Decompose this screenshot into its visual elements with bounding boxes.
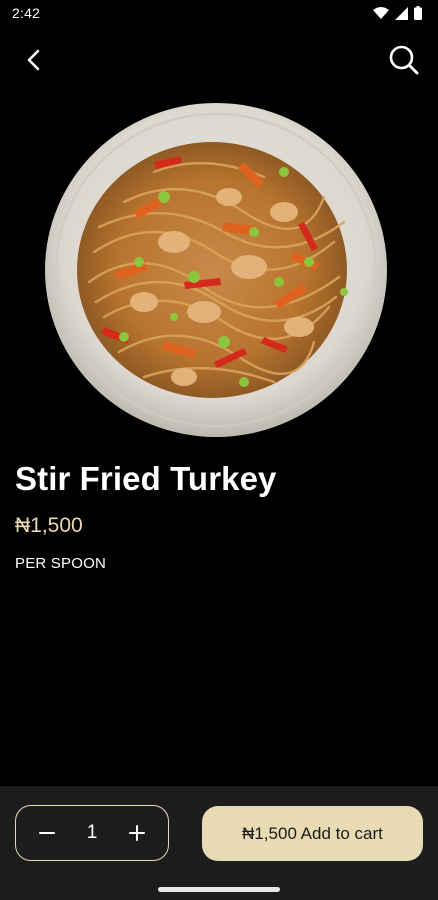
minus-icon (39, 832, 55, 834)
cart-bar: 1 ₦1,500 Add to cart (0, 786, 438, 900)
decrease-quantity-button[interactable] (36, 822, 58, 844)
top-bar (0, 38, 438, 84)
home-indicator[interactable] (158, 887, 280, 892)
status-icons (373, 6, 422, 20)
plus-icon (128, 825, 145, 841)
status-time: 2:42 (12, 5, 41, 21)
product-name: Stir Fried Turkey (15, 460, 277, 497)
quantity-value: 1 (86, 822, 98, 843)
status-bar: 2:42 (0, 0, 438, 26)
increase-quantity-button[interactable] (126, 822, 148, 844)
dish-image (45, 103, 387, 437)
battery-icon (414, 6, 422, 20)
search-icon (389, 45, 419, 75)
add-to-cart-label: ₦1,500 Add to cart (242, 823, 383, 843)
product-price: ₦1,500 (15, 514, 83, 537)
chevron-left-icon (27, 49, 40, 71)
signal-icon (395, 6, 408, 20)
back-button[interactable] (18, 44, 50, 76)
add-to-cart-button[interactable]: ₦1,500 Add to cart (202, 806, 423, 861)
product-unit: PER SPOON (15, 555, 106, 572)
search-button[interactable] (386, 42, 422, 78)
quantity-stepper: 1 (15, 805, 169, 861)
wifi-icon (373, 7, 389, 19)
